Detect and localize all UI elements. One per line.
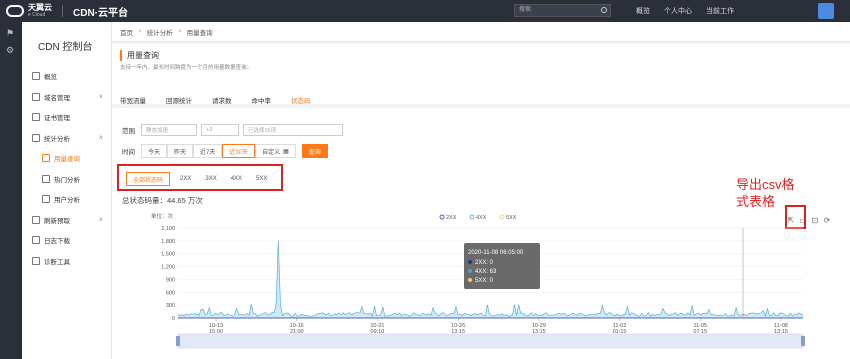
left-rail: ⚑ ⚙ [0, 22, 22, 359]
logo-text: 天翼云 [28, 3, 52, 12]
avatar[interactable] [818, 3, 834, 19]
refresh-icon [32, 215, 40, 224]
calendar-icon: ▦ [283, 148, 289, 155]
sidebar-item-stats[interactable]: 统计分析 ∧ [22, 128, 111, 149]
top-nav: 概览 个人中心 当前工作 [636, 0, 748, 22]
time-row: 时间 今天 昨天 近7天 近30天 自定义 ▦ 查询 [122, 144, 328, 158]
logo-sub: e Cloud [28, 12, 46, 18]
range-row: 范围 静态加速 +3 已选择15项 [122, 124, 347, 136]
divider [62, 5, 63, 17]
sidebar-item-label: 概览 [44, 74, 57, 82]
nav-profile[interactable]: 个人中心 [664, 6, 692, 16]
time-label: 时间 [122, 149, 135, 156]
search-placeholder: 搜索 [519, 7, 532, 13]
sidebar-item-label: 诊断工具 [44, 258, 70, 266]
chevron-down-icon: ∨ [98, 217, 103, 224]
sidebar: CDN 控制台 概览 域名管理 ∨ 证书管理 统计分析 ∧ 用量查询 热门分析 用户… [22, 22, 112, 359]
user-icon [42, 195, 50, 204]
sidebar-item-label: 证书管理 [44, 115, 70, 123]
sidebar-item-label: 热门分析 [54, 176, 80, 184]
sidebar-item-hot[interactable]: 热门分析 [22, 169, 111, 190]
breadcrumb-current: 用量查询 [186, 29, 213, 37]
diagnose-icon [32, 256, 40, 265]
annotation-line-2: 式表格 [736, 194, 776, 209]
nav-overview[interactable]: 概览 [636, 6, 650, 16]
breadcrumb-sep: > [177, 28, 182, 35]
stats-icon [32, 133, 40, 142]
sidebar-item-label: 域名管理 [44, 94, 70, 102]
time-custom-button[interactable]: 自定义 ▦ [255, 144, 296, 158]
selected-select[interactable]: 已选择15项 [243, 124, 343, 136]
sidebar-item-label: 刷新预取 [44, 217, 70, 225]
search-icon[interactable] [601, 7, 607, 13]
breadcrumb-home[interactable]: 首页 [120, 27, 133, 37]
sidebar-item-user[interactable]: 用户分析 [22, 189, 111, 210]
domain-icon [32, 92, 40, 101]
usage-icon [42, 154, 50, 163]
domain-select[interactable]: 静态加速 [141, 124, 197, 136]
sidebar-item-diagnose[interactable]: 诊断工具 [22, 251, 111, 272]
page-title: 用量查询 [120, 50, 159, 61]
count-value: +3 [206, 127, 213, 133]
nav-workspace[interactable]: 当前工作 [706, 6, 734, 16]
selected-value: 已选择15项 [248, 128, 277, 134]
status-highlight-box [117, 164, 283, 191]
hot-icon [42, 174, 50, 183]
settings-icon[interactable]: ⚙ [6, 45, 22, 56]
sidebar-item-label: 日志下载 [44, 238, 70, 246]
sidebar-item-refresh[interactable]: 刷新预取 ∨ [22, 210, 111, 231]
time-yesterday-button[interactable]: 昨天 [167, 144, 194, 158]
content-card: 范围 静态加速 +3 已选择15项 时间 今天 昨天 近7天 近30天 自定义 ▦… [112, 108, 850, 359]
flag-icon[interactable]: ⚑ [6, 28, 22, 39]
page-desc: 支持一年内、最长时间跨度为一个月的用量数据查询。 [120, 65, 253, 71]
top-bar: 天翼云 e Cloud CDN·云平台 搜索 概览 个人中心 当前工作 [0, 0, 850, 22]
range-label: 范围 [122, 128, 135, 135]
sidebar-title: CDN 控制台 [38, 42, 93, 53]
breadcrumb: 首页 > 统计分析 > 用量查询 [112, 22, 850, 42]
time-7d-button[interactable]: 近7天 [193, 144, 223, 158]
custom-label: 自定义 [262, 149, 281, 156]
domain-value: 静态加速 [146, 128, 169, 134]
query-button[interactable]: 查询 [301, 144, 328, 158]
chevron-down-icon: ∨ [98, 94, 103, 101]
annotation-text: 导出csv格 式表格 [736, 176, 795, 210]
annotation-line-1: 导出csv格 [736, 177, 795, 192]
cdn-brand: CDN·云平台 [73, 7, 128, 19]
breadcrumb-stats[interactable]: 统计分析 [147, 27, 173, 37]
cloud-logo-icon [6, 5, 24, 17]
certificate-icon [32, 113, 40, 122]
chevron-up-icon: ∧ [98, 135, 103, 142]
sidebar-item-label: 统计分析 [44, 135, 70, 143]
search-input[interactable]: 搜索 [514, 4, 611, 17]
logo[interactable]: 天翼云 e Cloud [6, 4, 52, 18]
log-icon [32, 236, 40, 245]
sidebar-item-label: 用户分析 [54, 197, 80, 205]
sidebar-item-log[interactable]: 日志下载 [22, 230, 111, 251]
total-count: 总状态码量：44.65 万次 [122, 196, 203, 205]
overview-icon [32, 72, 40, 81]
sidebar-item-usage[interactable]: 用量查询 [22, 148, 111, 169]
sidebar-item-cert[interactable]: 证书管理 [22, 107, 111, 128]
time-today-button[interactable]: 今天 [141, 144, 168, 158]
breadcrumb-sep: > [138, 28, 142, 35]
sidebar-item-overview[interactable]: 概览 [22, 66, 111, 87]
time-30d-button[interactable]: 近30天 [222, 144, 256, 158]
sidebar-item-domain[interactable]: 域名管理 ∨ [22, 87, 111, 108]
domain-count[interactable]: +3 [201, 124, 239, 136]
sidebar-item-label: 用量查询 [54, 156, 80, 164]
